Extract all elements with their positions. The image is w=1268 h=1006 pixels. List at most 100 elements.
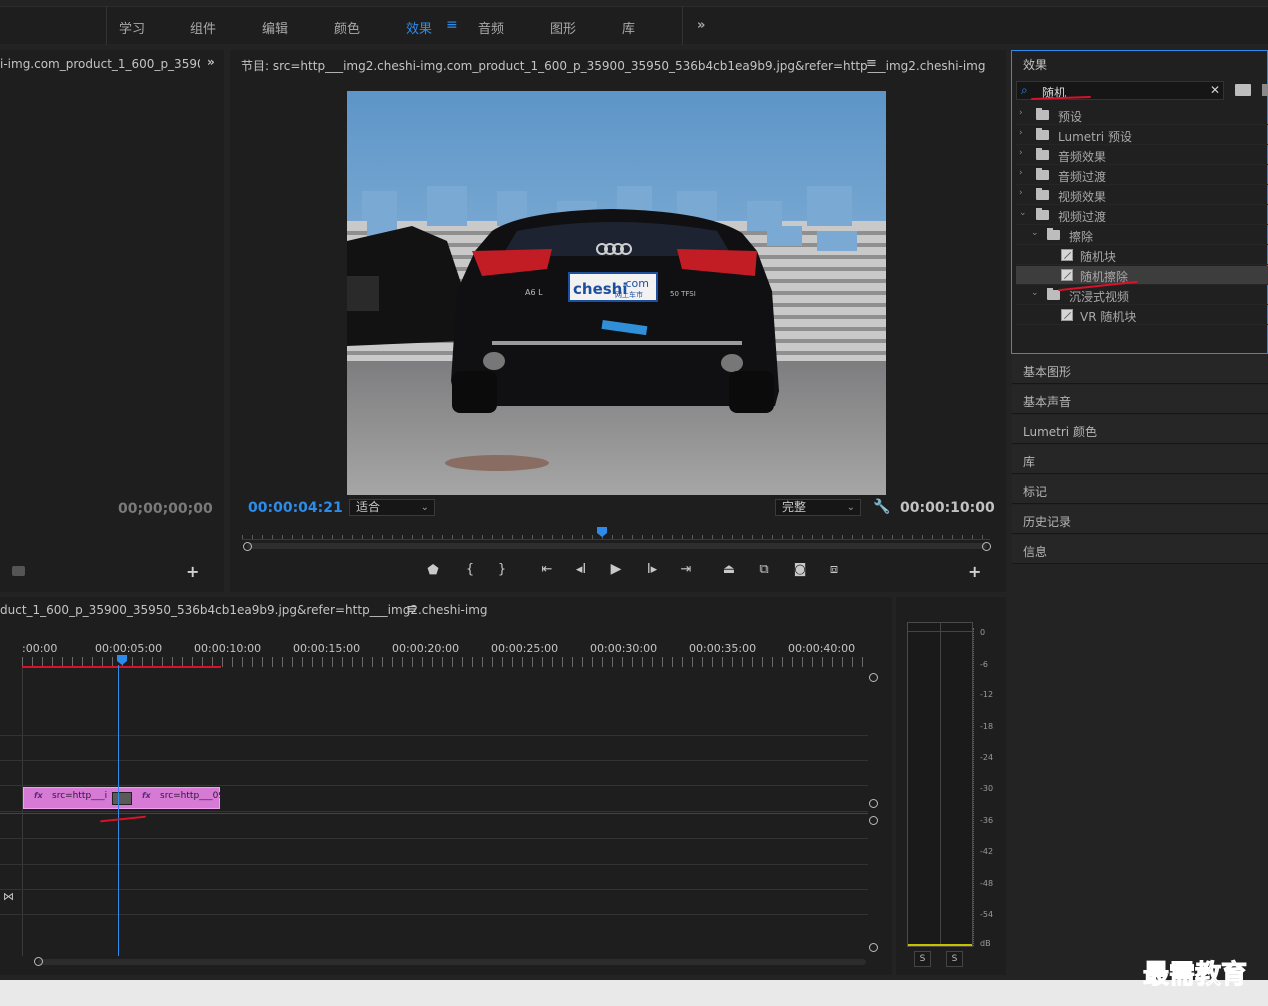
video-clip-group[interactable]: fx src=http___i fx src=http___09 [23, 787, 224, 809]
workspace-bar: 学习 组件 编辑 颜色 效果 ≡ 音频 图形 库 » [0, 6, 1268, 45]
chevron-down-icon[interactable]: ⌄ [1031, 228, 1039, 238]
plate-brand-suffix: .com [622, 277, 649, 290]
chevron-right-icon[interactable]: › [1019, 168, 1023, 178]
empty-dock-area [1012, 565, 1268, 975]
workspace-tab-assembly[interactable]: 组件 [190, 18, 216, 37]
source-timecode[interactable]: 00;00;00;00 [118, 501, 213, 517]
program-zoom-scrollbar[interactable] [247, 543, 987, 549]
button-editor-icon[interactable]: + [968, 562, 981, 581]
panel-markers[interactable]: 标记 [1012, 475, 1268, 504]
meter-scale-label: 0 [980, 628, 986, 637]
search-icon: ⌕ [1021, 83, 1028, 97]
go-to-in-icon[interactable]: ⇤ [538, 562, 556, 577]
zoom-handle-right[interactable] [982, 542, 991, 551]
mark-out-icon[interactable]: } [493, 562, 511, 577]
tree-item-random-blocks[interactable]: 随机块 [1016, 246, 1268, 265]
tree-label: Lumetri 预设 [1058, 130, 1132, 144]
scroll-handle[interactable] [869, 943, 878, 952]
tree-item-presets[interactable]: › 预设 [1016, 106, 1268, 125]
track-output-icon[interactable]: ⋈ [3, 890, 14, 903]
folder-icon [1036, 168, 1049, 180]
chevron-right-icon[interactable]: › [1019, 108, 1023, 118]
playback-resolution-dropdown[interactable]: 完整 ⌄ [775, 499, 861, 516]
new-bin-icon[interactable] [1235, 84, 1251, 96]
timeline-horizontal-scrollbar[interactable] [38, 959, 866, 965]
track-divider [0, 838, 868, 839]
transition-random-wipe[interactable] [112, 792, 132, 805]
ruler-label: 00:00:30:00 [590, 642, 658, 655]
panel-libraries[interactable]: 库 [1012, 445, 1268, 474]
model-badge-left: A6 L [525, 288, 543, 297]
tree-item-immersive-video[interactable]: ⌄ 沉浸式视频 [1016, 286, 1268, 305]
export-frame-icon[interactable] [12, 566, 25, 576]
tree-item-wipe[interactable]: ⌄ 擦除 [1016, 226, 1268, 245]
comparison-view-icon[interactable]: ⧈ [825, 562, 843, 577]
chevron-right-icon[interactable]: › [1019, 188, 1023, 198]
tree-item-audio-effects[interactable]: › 音频效果 [1016, 146, 1268, 165]
chevron-down-icon[interactable]: ⌄ [1031, 288, 1039, 298]
zoom-fit-dropdown[interactable]: 适合 ⌄ [349, 499, 435, 516]
tree-item-audio-transitions[interactable]: › 音频过渡 [1016, 166, 1268, 185]
tree-item-lumetri-presets[interactable]: › Lumetri 预设 [1016, 126, 1268, 145]
program-current-timecode[interactable]: 00:00:04:21 [248, 500, 343, 516]
ruler-label: 00:00:35:00 [689, 642, 757, 655]
resolution-value: 完整 [782, 500, 807, 514]
car-image: cheshi .com 网上车市 A6 L 50 TFSI [347, 91, 886, 495]
panel-history[interactable]: 历史记录 [1012, 505, 1268, 534]
export-frame-icon[interactable]: ◙ [791, 562, 809, 577]
effects-panel-title[interactable]: 效果 [1023, 56, 1047, 73]
workspace-tab-libraries[interactable]: 库 [622, 18, 635, 37]
chevron-down-icon[interactable]: ⌄ [1019, 208, 1027, 218]
workspace-tab-editing[interactable]: 编辑 [262, 18, 288, 37]
solo-button-right[interactable]: S [946, 951, 963, 967]
tree-item-vr-random-blocks[interactable]: VR 随机块 [1016, 306, 1268, 325]
program-video-frame[interactable]: cheshi .com 网上车市 A6 L 50 TFSI [347, 91, 886, 495]
scroll-handle[interactable] [34, 957, 43, 966]
source-monitor-panel: i-img.com_product_1_600_p_35900_3 » 00;0… [0, 50, 224, 592]
step-back-icon[interactable]: ◂I [572, 562, 590, 577]
scroll-handle[interactable] [869, 673, 878, 682]
source-panel-title[interactable]: i-img.com_product_1_600_p_35900_3 [0, 57, 200, 71]
accelerated-effects-icon[interactable] [1262, 84, 1268, 96]
extract-icon[interactable]: ⧉ [755, 562, 773, 577]
lift-icon[interactable]: ⏏ [720, 562, 738, 577]
panel-overflow-icon[interactable]: » [207, 55, 215, 69]
folder-icon [1036, 208, 1049, 220]
wrench-settings-icon[interactable]: 🔧 [873, 499, 890, 515]
chevron-right-icon[interactable]: › [1019, 148, 1023, 158]
zoom-handle-left[interactable] [243, 542, 252, 551]
chevron-down-icon: ⌄ [846, 502, 855, 513]
panel-menu-icon[interactable]: ≡ [866, 56, 877, 71]
tree-label: 沉浸式视频 [1069, 290, 1130, 304]
chevron-right-icon[interactable]: › [1019, 128, 1023, 138]
workspace-tab-audio[interactable]: 音频 [478, 18, 504, 37]
go-to-out-icon[interactable]: ⇥ [677, 562, 695, 577]
scroll-handle[interactable] [869, 799, 878, 808]
tree-item-video-transitions[interactable]: ⌄ 视频过渡 [1016, 206, 1268, 225]
workspace-tab-color[interactable]: 颜色 [334, 18, 360, 37]
mark-in-icon[interactable]: { [461, 562, 479, 577]
workspace-tab-graphics[interactable]: 图形 [550, 18, 576, 37]
clear-search-icon[interactable]: ✕ [1210, 83, 1220, 97]
meter-scale-label: -54 [980, 910, 994, 919]
workspace-tab-learn[interactable]: 学习 [119, 18, 145, 37]
add-button-icon[interactable]: + [186, 562, 199, 581]
scroll-handle[interactable] [869, 816, 878, 825]
solo-button-left[interactable]: S [914, 951, 931, 967]
more-workspaces-icon[interactable]: » [697, 18, 705, 33]
workspace-menu-icon[interactable]: ≡ [446, 17, 458, 33]
panel-essential-graphics[interactable]: 基本图形 [1012, 355, 1268, 384]
meter-scale-label: -48 [980, 879, 994, 888]
step-forward-icon[interactable]: I▸ [643, 562, 661, 577]
tree-item-video-effects[interactable]: › 视频效果 [1016, 186, 1268, 205]
panel-lumetri-color[interactable]: Lumetri 颜色 [1012, 415, 1268, 444]
panel-info[interactable]: 信息 [1012, 535, 1268, 564]
add-marker-icon[interactable]: ⬟ [424, 563, 442, 578]
tree-item-random-wipe[interactable]: 随机擦除 [1016, 266, 1268, 285]
fx-badge-icon: fx [142, 791, 151, 800]
panel-menu-icon[interactable]: ≡ [406, 602, 417, 617]
program-time-ruler[interactable] [242, 526, 990, 540]
play-icon[interactable]: ▶ [607, 561, 625, 577]
panel-essential-sound[interactable]: 基本声音 [1012, 385, 1268, 414]
workspace-tab-effects[interactable]: 效果 [406, 18, 432, 37]
